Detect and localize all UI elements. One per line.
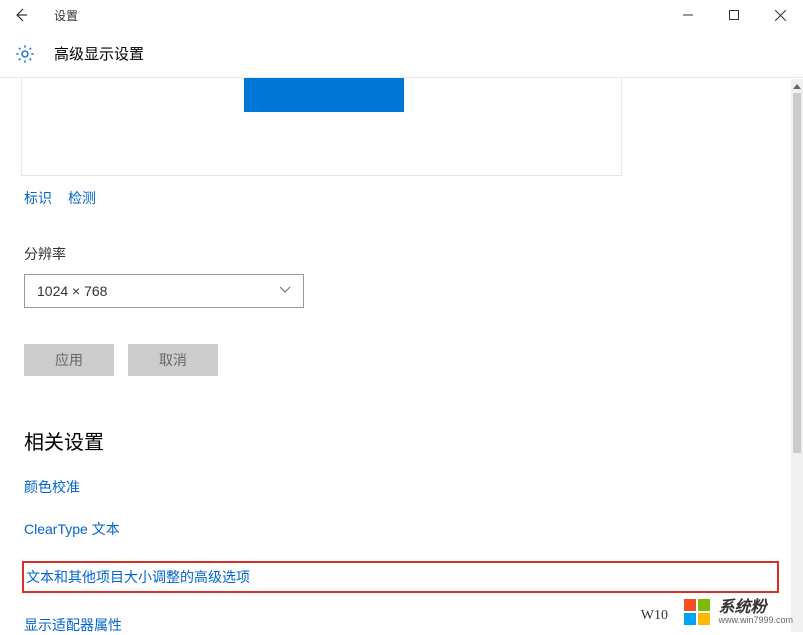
chevron-down-icon [279, 285, 291, 297]
watermark-main: 系统粉 [718, 599, 766, 617]
window-controls [665, 0, 803, 30]
maximize-icon [729, 10, 739, 20]
watermark: 系统粉 www.win7999.com [684, 599, 793, 626]
watermark-url: www.win7999.com [718, 616, 793, 626]
cleartype-link[interactable]: ClearType 文本 [24, 519, 779, 539]
window-title: 设置 [54, 7, 78, 24]
display-monitor-tile[interactable] [244, 78, 404, 112]
scrollbar-thumb[interactable] [793, 93, 801, 453]
content-area: 标识 检测 分辨率 1024 × 768 应用 取消 相关设置 颜色校准 Cle… [0, 78, 803, 632]
minimize-button[interactable] [665, 0, 711, 30]
detect-link[interactable]: 检测 [68, 188, 96, 208]
resolution-label: 分辨率 [24, 244, 779, 264]
scrollbar[interactable] [791, 79, 803, 632]
minimize-icon [683, 10, 693, 20]
cancel-button[interactable]: 取消 [128, 344, 218, 376]
apply-button[interactable]: 应用 [24, 344, 114, 376]
maximize-button[interactable] [711, 0, 757, 30]
resolution-dropdown[interactable]: 1024 × 768 [24, 274, 304, 308]
display-preview [21, 78, 622, 176]
color-calibration-link[interactable]: 颜色校准 [24, 477, 779, 497]
bottom-caption: W10 [641, 608, 668, 624]
identify-detect-row: 标识 检测 [24, 188, 779, 208]
close-button[interactable] [757, 0, 803, 30]
watermark-logo-icon [684, 599, 710, 625]
close-icon [775, 10, 786, 21]
watermark-text: 系统粉 www.win7999.com [718, 599, 793, 626]
button-row: 应用 取消 [24, 344, 779, 376]
identify-link[interactable]: 标识 [24, 188, 52, 208]
titlebar: 设置 [0, 0, 803, 30]
header-bar: 高级显示设置 [0, 30, 803, 78]
related-settings-heading: 相关设置 [24, 426, 779, 455]
page-title: 高级显示设置 [54, 43, 144, 64]
titlebar-left: 设置 [6, 0, 78, 30]
gear-icon [14, 43, 36, 65]
back-arrow-icon [13, 7, 29, 23]
back-button[interactable] [6, 0, 36, 30]
text-scaling-link[interactable]: 文本和其他项目大小调整的高级选项 [24, 569, 250, 585]
resolution-value: 1024 × 768 [37, 283, 107, 299]
scroll-up-icon[interactable] [791, 79, 803, 93]
highlighted-link-box: 文本和其他项目大小调整的高级选项 [22, 561, 779, 593]
